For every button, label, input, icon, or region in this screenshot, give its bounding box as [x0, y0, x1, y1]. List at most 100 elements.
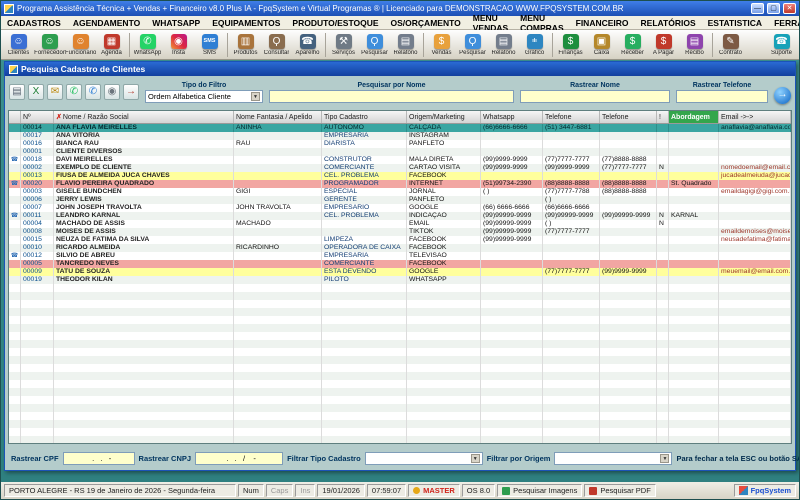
menu-agendamento[interactable]: AGENDAMENTO — [67, 16, 146, 29]
table-row[interactable]: ☎ 00020 FLAVIO PEREIRA QUADRADO PROGRAMADOR… — [9, 180, 791, 188]
excel-icon[interactable]: X — [28, 84, 44, 100]
pesquisar-vendas-button[interactable]: Ϙ Pesquisar — [457, 31, 488, 59]
relatorio-os-button[interactable]: ▤ Relatório — [390, 31, 421, 59]
table-row[interactable]: ☎ 00011 LEANDRO KARNAL CEL. PROBLEMA INDICAÇ… — [9, 212, 791, 220]
trace-phone-input[interactable] — [676, 89, 768, 103]
contrato-button[interactable]: ✎ Contrato — [715, 31, 746, 59]
col-header-telefone[interactable]: Telefone — [543, 111, 600, 123]
grid-body[interactable]: 00014 ANA FLAVIA MEIRELLES ANINHA AUTONOMO C… — [9, 124, 791, 443]
maximize-button[interactable]: ▢ — [767, 3, 780, 14]
col-header-abordagem[interactable]: Abordagem — [669, 111, 719, 123]
whatsapp-button[interactable]: ✆ WhatsApp — [132, 31, 163, 59]
table-row[interactable]: 00007 JOHN JOSEPH TRAVOLTA JOHN TRAVOLTA EM… — [9, 204, 791, 212]
search-name-input[interactable] — [269, 89, 514, 103]
table-row[interactable]: 00005 TANCREDO NEVES COMERCIANTE FACEBOOK — [9, 260, 791, 268]
table-row[interactable]: 00003 GISELE BUNDCHEN GIGI ESPECIAL JORNAL( … — [9, 188, 791, 196]
cell-fantasia: MACHADO — [234, 220, 322, 228]
col-header-nome-raz-o-social[interactable]: ✗ Nome / Razão Social — [54, 111, 234, 123]
exit-icon[interactable]: → — [123, 84, 139, 100]
menu-equipamentos[interactable]: EQUIPAMENTOS — [206, 16, 286, 29]
email-icon[interactable]: ✉ — [47, 84, 63, 100]
menu-ferramentas[interactable]: FERRAMENTAS — [768, 16, 799, 29]
funcionario-button[interactable]: ☺ Funcionario — [65, 31, 96, 59]
aparelho-button[interactable]: ☎ Aparelho — [292, 31, 323, 59]
col-header-telefone[interactable]: Telefone — [600, 111, 657, 123]
col-header-whatsapp[interactable]: Whatsapp — [481, 111, 543, 123]
agenda-button[interactable]: ▦ Agenda — [96, 31, 127, 59]
table-row[interactable]: 00016 BIANCA RAU RAU DIARISTA PANFLETO — [9, 140, 791, 148]
cnpj-input[interactable] — [195, 451, 284, 465]
col-header--[interactable]: ! — [657, 111, 669, 123]
servicos-button[interactable]: ⚒ Serviços — [328, 31, 359, 59]
cell-origem — [407, 284, 481, 292]
a-pagar-button[interactable]: $ A Pagar — [648, 31, 679, 59]
minimize-button[interactable]: — — [751, 3, 764, 14]
menu-financeiro[interactable]: FINANCEIRO — [570, 16, 635, 29]
col-header-tipo-cadastro[interactable]: Tipo Cadastro — [322, 111, 407, 123]
filter-type-select[interactable]: Ordem Alfabetica Cliente ▼ — [145, 89, 263, 103]
table-row[interactable]: 00014 ANA FLAVIA MEIRELLES ANINHA AUTONOMO C… — [9, 124, 791, 132]
consultar-button[interactable]: Ϙ Consultar — [261, 31, 292, 59]
menu-menu-compras[interactable]: MENU COMPRAS — [514, 13, 569, 33]
sms-icon[interactable]: ✆ — [85, 84, 101, 100]
go-button[interactable]: → — [774, 86, 791, 104]
caixa-button[interactable]: ▣ Caixa — [586, 31, 617, 59]
insta-button[interactable]: ◉ Insta — [163, 31, 194, 59]
cpf-input[interactable] — [62, 451, 135, 465]
fornecedor-button[interactable]: ☺ Fornecedor — [34, 31, 65, 59]
table-row[interactable]: 00013 FIUSA DE ALMEIDA JUCA CHAVES CEL. PR… — [9, 172, 791, 180]
filter-tipo-select[interactable]: ▼ — [364, 451, 483, 465]
menu-menu-vendas[interactable]: MENU VENDAS — [467, 13, 514, 33]
table-row[interactable]: 00015 NEUZA DE FATIMA DA SILVA LIMPEZA FACE… — [9, 236, 791, 244]
col-header-email-[interactable]: Email ->-> — [719, 111, 791, 123]
menu-relat-rios[interactable]: RELATÓRIOS — [635, 16, 702, 29]
whatsapp-icon[interactable]: ✆ — [66, 84, 82, 100]
menu-cadastros[interactable]: CADASTROS — [1, 16, 67, 29]
cell-flag — [657, 372, 669, 380]
table-row[interactable]: 00010 RICARDO ALMEIDA RICARDINHO OPERADORA … — [9, 244, 791, 252]
menu-os-or-amento[interactable]: OS/ORÇAMENTO — [385, 16, 467, 29]
col-header-origem-marketing[interactable]: Origem/Marketing — [407, 111, 481, 123]
table-row[interactable]: 00001 CLIENTE DIVERSOS — [9, 148, 791, 156]
empty-row — [9, 364, 791, 372]
table-row[interactable]: 00002 EXEMPLO DE CLIENTE COMERCIANTE CARTÃO… — [9, 164, 791, 172]
col-header-n-[interactable]: Nº — [21, 111, 54, 123]
printer-icon[interactable]: ▤ — [9, 84, 25, 100]
table-row[interactable]: 00009 TATU DE SOUZA ESTA DEVENDO GOOGLE (77)… — [9, 268, 791, 276]
table-row[interactable]: ☎ 00018 DAVI MEIRELLES CONSTRUTOR MALA DIRET… — [9, 156, 791, 164]
cell-email — [719, 292, 791, 300]
filter-origem-select[interactable]: ▼ — [554, 451, 673, 465]
cell-tel2 — [600, 356, 657, 364]
toolbar-label: Serviços — [331, 49, 355, 56]
table-row[interactable]: ☎ 00012 SILVIO DE ABREU EMPRESARIA TELEVISÃO — [9, 252, 791, 260]
table-row[interactable]: 00008 MOISES DE ASSIS TIKTOK (99)99999-9999… — [9, 228, 791, 236]
col-header-nome-fantasia-apelido[interactable]: Nome Fantasia / Apelido — [234, 111, 322, 123]
close-button[interactable]: ✕ — [783, 3, 796, 14]
search-pdf-button[interactable]: Pesquisar PDF — [584, 484, 656, 497]
table-row[interactable]: 00019 THEODOR KILAN PILOTO WHATSAPP — [9, 276, 791, 284]
photo-icon[interactable]: ◉ — [104, 84, 120, 100]
relatorio-vendas-button[interactable]: ▤ Relatório — [488, 31, 519, 59]
search-images-button[interactable]: Pesquisar Imagens — [497, 484, 583, 497]
table-row[interactable]: 00004 MACHADO DE ASSIS MACHADO EMAIL (99)999… — [9, 220, 791, 228]
vendas-button[interactable]: $ Vendas — [426, 31, 457, 59]
produtos-button[interactable]: ▥ Produtos — [230, 31, 261, 59]
grafico-button[interactable]: ılı Gráfico — [519, 31, 550, 59]
pesquisar-os-button[interactable]: Ϙ Pesquisar — [359, 31, 390, 59]
recibo-button[interactable]: ▤ Recibo — [679, 31, 710, 59]
financas-button[interactable]: $ Finanças — [555, 31, 586, 59]
cell-tel1 — [543, 332, 600, 340]
table-row[interactable]: 00006 JERRY LEWIS GERENTE PANFLETO ( ) — [9, 196, 791, 204]
sms-button[interactable]: SMS SMS — [194, 31, 225, 59]
receber-button[interactable]: $ Receber — [617, 31, 648, 59]
table-row[interactable]: 00017 ANA VITORIA EMPRESARIA INSTAGRAM — [9, 132, 791, 140]
cell-num — [21, 396, 54, 404]
menu-whatsapp[interactable]: WHATSAPP — [146, 16, 206, 29]
trace-name-input[interactable] — [520, 89, 670, 103]
menu-estatistica[interactable]: ESTATISTICA — [702, 16, 768, 29]
clientes-button[interactable]: ☺ Clientes — [3, 31, 34, 59]
cell-flag — [657, 292, 669, 300]
cell-whatsapp: (99)9999-9999 — [481, 156, 543, 164]
menu-produto-estoque[interactable]: PRODUTO/ESTOQUE — [286, 16, 384, 29]
suporte-button[interactable]: ☎ Suporte — [766, 31, 797, 59]
